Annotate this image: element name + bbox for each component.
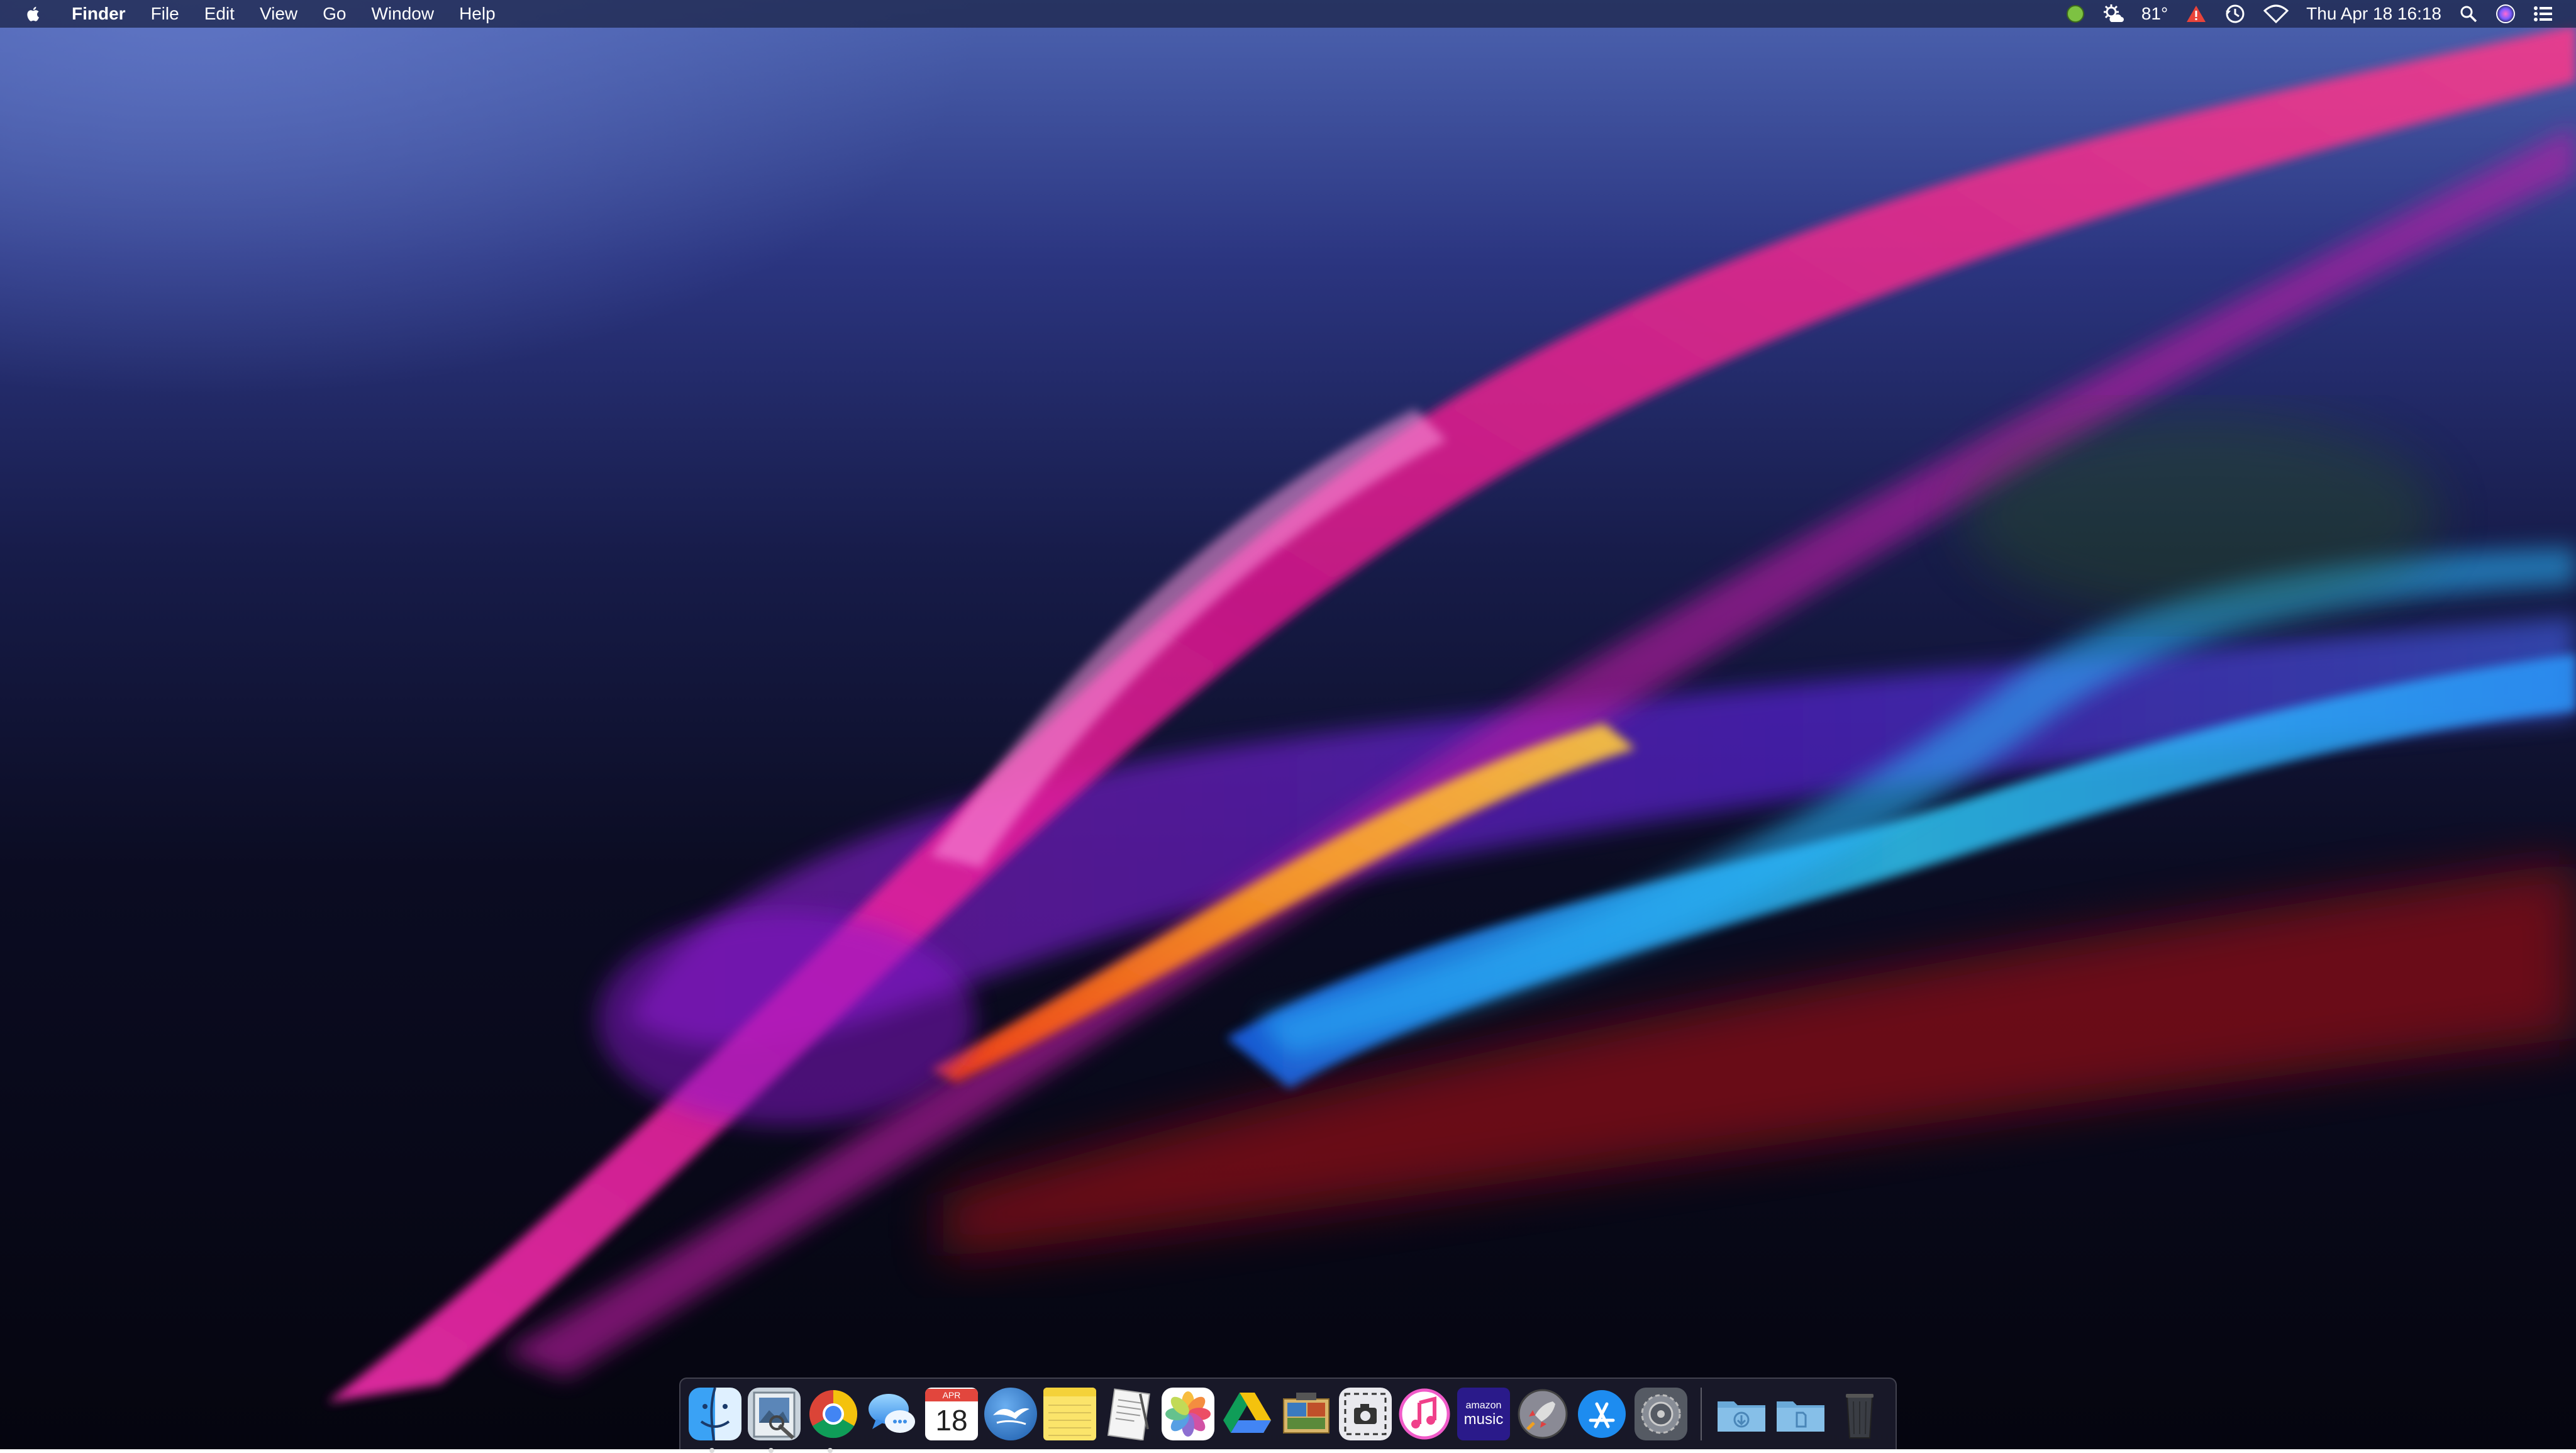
menu-view[interactable]: View	[247, 0, 310, 28]
menu-window[interactable]: Window	[358, 0, 447, 28]
calendar-day-label: 18	[935, 1404, 968, 1437]
dock: APR 18 amazon music	[679, 1378, 1897, 1453]
image-capture-icon[interactable]	[1280, 1388, 1333, 1440]
menu-go[interactable]: Go	[310, 0, 358, 28]
menu-edit[interactable]: Edit	[192, 0, 247, 28]
downloads-folder-icon[interactable]	[1715, 1388, 1768, 1440]
preview-icon[interactable]	[748, 1388, 801, 1440]
music-note-icon[interactable]	[1398, 1388, 1451, 1440]
notification-center-icon[interactable]	[2533, 0, 2553, 28]
gear-icon[interactable]	[1635, 1388, 1687, 1440]
dock-separator	[1701, 1388, 1702, 1440]
menu-file[interactable]: File	[138, 0, 192, 28]
menu-bar: Finder File Edit View Go Window Help 81°	[0, 0, 2576, 28]
apple-menu-icon[interactable]	[0, 4, 59, 23]
textedit-icon[interactable]	[1102, 1388, 1155, 1440]
time-machine-icon[interactable]	[2224, 0, 2246, 28]
notes-icon[interactable]	[1043, 1388, 1096, 1440]
weather-icon[interactable]	[2102, 0, 2124, 28]
amazon-music-label-bottom: music	[1463, 1411, 1504, 1428]
running-indicator	[769, 1448, 774, 1453]
running-indicator	[828, 1448, 833, 1453]
temperature-text[interactable]: 81°	[2141, 0, 2168, 28]
desktop[interactable]: Finder File Edit View Go Window Help 81°	[0, 0, 2576, 1453]
warning-icon[interactable]	[2185, 0, 2207, 28]
openoffice-icon[interactable]	[984, 1388, 1037, 1440]
amazon-music-label-top: amazon	[1465, 1400, 1502, 1411]
chrome-icon[interactable]	[807, 1388, 860, 1440]
running-indicator	[709, 1448, 714, 1453]
menu-app-name[interactable]: Finder	[59, 0, 138, 28]
photos-icon[interactable]	[1162, 1388, 1214, 1440]
documents-folder-icon[interactable]	[1774, 1388, 1827, 1440]
rocket-icon[interactable]	[1516, 1388, 1569, 1440]
green-status-icon[interactable]	[2066, 0, 2085, 28]
calendar-month-label: APR	[925, 1389, 978, 1401]
finder-icon[interactable]	[689, 1388, 741, 1440]
amazon-music-icon[interactable]: amazon music	[1457, 1388, 1510, 1440]
screenshot-icon[interactable]	[1339, 1388, 1392, 1440]
menu-help[interactable]: Help	[447, 0, 508, 28]
siri-icon[interactable]	[2496, 0, 2516, 28]
calendar-icon[interactable]: APR 18	[925, 1388, 978, 1440]
spotlight-search-icon[interactable]	[2459, 0, 2478, 28]
wallpaper-image	[327, 25, 2576, 1403]
google-drive-icon[interactable]	[1221, 1388, 1274, 1440]
app-store-icon[interactable]	[1575, 1388, 1628, 1440]
clock-text[interactable]: Thu Apr 18 16:18	[2306, 0, 2441, 28]
messages-icon[interactable]	[866, 1388, 919, 1440]
trash-icon[interactable]	[1833, 1388, 1886, 1440]
wifi-icon[interactable]	[2263, 0, 2289, 28]
